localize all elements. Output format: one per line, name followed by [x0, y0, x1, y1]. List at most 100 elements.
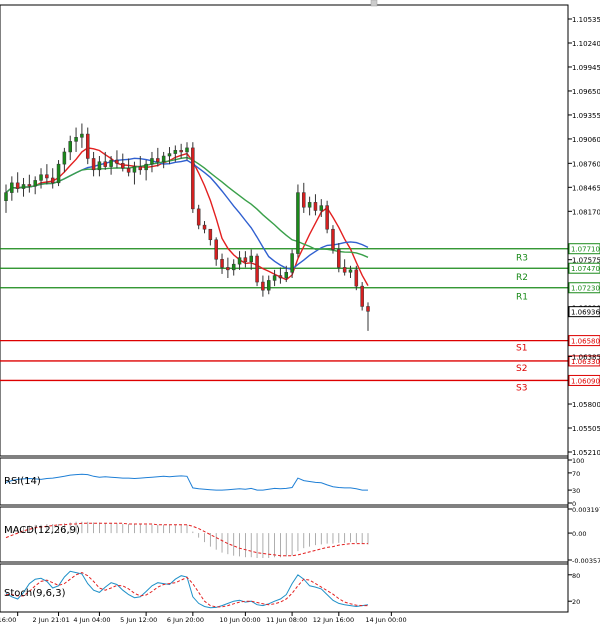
- candle-body: [80, 133, 84, 138]
- candle: [255, 253, 259, 287]
- level-name-r2: R2: [516, 273, 528, 283]
- candle-body: [62, 151, 67, 165]
- candle-body: [249, 255, 253, 262]
- candle-body: [91, 158, 96, 171]
- candle-body: [208, 228, 213, 241]
- candle: [56, 160, 61, 187]
- candle-body: [272, 275, 277, 281]
- candle-body: [266, 280, 271, 291]
- indicator-tick-label: 20: [572, 598, 580, 606]
- candle: [331, 225, 335, 254]
- price-tick-label: 1.08465: [572, 184, 600, 192]
- candle-body: [173, 150, 178, 154]
- indicator-tick-label: 80: [572, 572, 580, 580]
- indicator-name: RSI(14): [4, 476, 41, 487]
- price-tick-label: 1.09945: [572, 64, 600, 72]
- level-badge-label: 1.06090: [571, 377, 600, 385]
- candle-body: [39, 174, 43, 181]
- time-tick-label: 11 Jun 08:00: [266, 616, 307, 624]
- price-tick-label: 1.09355: [572, 112, 600, 120]
- time-tick-label: y 16:00: [0, 616, 16, 624]
- level-name-s2: S2: [516, 364, 527, 374]
- candle-body: [354, 269, 359, 287]
- price-tick-label: 1.05800: [572, 401, 600, 409]
- candle-body: [307, 202, 312, 208]
- candle: [296, 184, 300, 258]
- price-tick-label: 1.05505: [572, 425, 600, 433]
- candle-body: [202, 224, 207, 230]
- candle-body: [179, 150, 183, 153]
- main-price-panel: [0, 0, 569, 457]
- candle-body: [226, 267, 230, 271]
- candle-body: [50, 177, 55, 184]
- candle-body: [33, 180, 37, 187]
- candle-body: [167, 153, 172, 157]
- candle-body: [97, 161, 102, 171]
- level-badge-label: 1.07470: [571, 265, 600, 273]
- indicator-panel-frame: [0, 506, 569, 563]
- price-tick-label: 1.06385: [572, 353, 600, 361]
- candle-body: [185, 147, 189, 153]
- level-name-s3: S3: [516, 383, 527, 393]
- price-tick-label: 1.09060: [572, 136, 600, 144]
- candle-body: [191, 147, 195, 210]
- price-tick-label: 1.10240: [572, 40, 600, 48]
- level-name-s1: S1: [516, 344, 527, 354]
- indicator-tick-label: 30: [572, 487, 580, 495]
- candle: [360, 282, 364, 311]
- candle-body: [15, 182, 20, 189]
- candle-body: [261, 281, 265, 291]
- indicator-tick-label: 100: [572, 457, 584, 465]
- price-tick-label: 1.05210: [572, 449, 600, 457]
- candle-body: [74, 137, 78, 142]
- candle-body: [296, 192, 300, 254]
- last-price-label: 1.06936: [571, 309, 600, 317]
- candle-body: [126, 167, 131, 173]
- indicator-panel-frame: [0, 457, 569, 506]
- candle-body: [319, 205, 324, 211]
- candle-body: [115, 159, 119, 164]
- price-tick-label: 1.09650: [572, 88, 600, 96]
- time-tick-label: 12 Jun 16:00: [313, 616, 354, 624]
- indicator-tick-label: 0.00: [572, 530, 586, 538]
- candle-body: [220, 259, 224, 268]
- price-tick-label: 1.08760: [572, 160, 600, 168]
- candle-body: [196, 208, 201, 226]
- level-name-r1: R1: [516, 293, 528, 303]
- candle-body: [4, 192, 8, 201]
- candle-body: [132, 166, 137, 173]
- price-axis: 1.10535 1.10240 1.09945 1.09650 1.09355 1.090…: [567, 5, 600, 612]
- indicator-panel-frame: [0, 563, 569, 613]
- candle-body: [56, 163, 61, 184]
- main-panel-frame: [0, 4, 569, 457]
- candle-body: [360, 285, 364, 307]
- candle-body: [290, 253, 294, 273]
- candle: [191, 142, 195, 213]
- candle-body: [45, 174, 49, 179]
- level-badge-label: 1.07230: [571, 285, 600, 293]
- candle-body: [85, 133, 90, 159]
- candle-body: [243, 257, 248, 262]
- candle-body: [302, 192, 306, 208]
- candle-body: [144, 163, 148, 171]
- indicator-panel: 10070300RSI(14): [0, 457, 584, 508]
- candle-body: [313, 202, 318, 211]
- candle-body: [325, 205, 329, 230]
- candle-body: [337, 249, 341, 268]
- candle-body: [284, 272, 289, 279]
- indicator-panel: 0.003197 0.00 -0.003573 MACD(12,26,9): [0, 506, 600, 565]
- scroll-marker-icon: [370, 0, 378, 7]
- time-tick-label: 6 Jun 20:00: [167, 616, 204, 624]
- time-tick-label: 4 Jun 04:00: [73, 616, 110, 624]
- indicator-tick-label: 0.003197: [572, 506, 600, 514]
- candle-body: [109, 159, 113, 167]
- indicator-name: MACD(12,26,9): [4, 525, 80, 536]
- candle-body: [103, 161, 108, 167]
- candle-body: [366, 306, 370, 312]
- candle-body: [342, 267, 347, 273]
- candle-body: [68, 141, 72, 153]
- time-tick-label: 5 Jun 12:00: [120, 616, 157, 624]
- indicator-panels: 10070300RSI(14)0.0031970.00-0.003573MACD…: [0, 457, 600, 613]
- candle-body: [121, 163, 125, 169]
- time-axis: y 16:00 2 Jun 21:014 Jun 04:00 5 Jun 12:00…: [0, 612, 407, 624]
